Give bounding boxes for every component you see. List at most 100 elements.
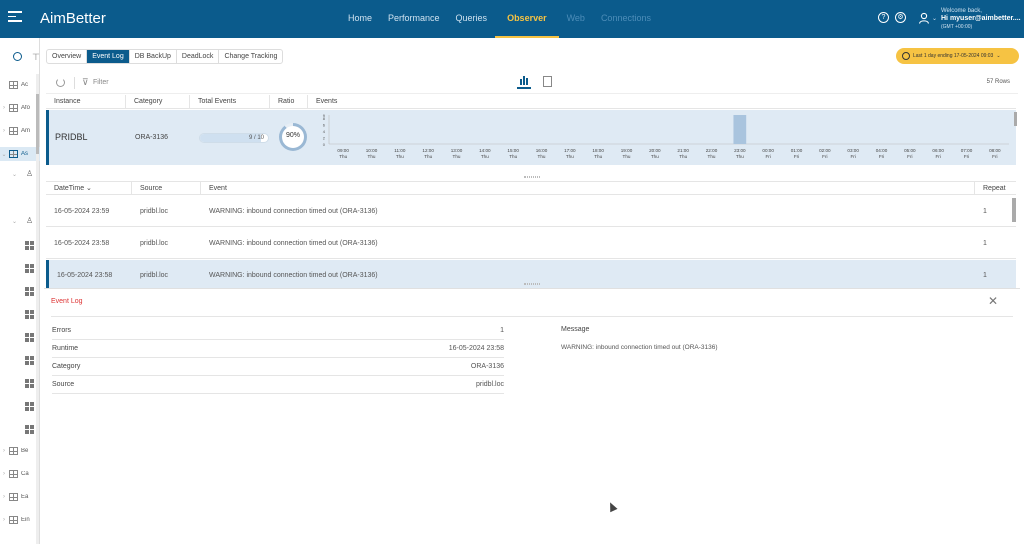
- sidebar-item-6[interactable]: › Ca: [0, 467, 40, 481]
- windows-icon[interactable]: [25, 287, 34, 296]
- windows-icon[interactable]: [25, 310, 34, 319]
- x-tick-label-time: 16:00: [536, 148, 548, 153]
- windows-icon[interactable]: [25, 425, 34, 434]
- table-view-icon[interactable]: [543, 76, 552, 87]
- column-header-datetime[interactable]: DateTime ⌄: [46, 182, 132, 194]
- chevron-right-icon[interactable]: ›: [0, 471, 8, 477]
- nav-observer[interactable]: Observer: [495, 0, 559, 38]
- chevron-right-icon[interactable]: ›: [0, 494, 8, 500]
- date-range-picker[interactable]: Last 1 day ending 17-05-2024 09:03 ⌄: [896, 48, 1019, 64]
- x-tick-label-time: 12:00: [422, 148, 434, 153]
- nav-performance[interactable]: Performance: [380, 0, 448, 38]
- windows-icon[interactable]: [25, 402, 34, 411]
- instance-row[interactable]: PRIDBL ORA-3136 9 / 10 90% 9 8 6 4 2 0 09:00 Th…: [46, 110, 1016, 165]
- sidebar-item-1[interactable]: Ac: [0, 78, 40, 92]
- x-tick-label-day: Thu: [509, 154, 517, 159]
- settings-icon[interactable]: ⚙: [895, 12, 906, 23]
- chevron-right-icon[interactable]: ›: [0, 128, 8, 134]
- table-row[interactable]: 16-05-2024 23:59 pridbl.loc WARNING: inb…: [46, 196, 1016, 227]
- resize-handle[interactable]: [524, 283, 540, 285]
- sidebar-scrollbar[interactable]: [36, 74, 39, 544]
- menu-icon[interactable]: [8, 11, 22, 25]
- chevron-down-icon[interactable]: ⌄: [12, 171, 17, 178]
- field-label: Errors: [52, 327, 72, 334]
- column-header-repeat[interactable]: Repeat: [975, 182, 1016, 194]
- windows-icon[interactable]: [25, 264, 34, 273]
- field-label: Category: [52, 363, 81, 370]
- nav-web[interactable]: Web: [559, 0, 593, 38]
- help-icon[interactable]: ?: [878, 12, 889, 23]
- filter-icon[interactable]: ⊽: [82, 77, 89, 88]
- chevron-down-icon[interactable]: ⌄: [0, 151, 8, 158]
- refresh-icon[interactable]: [56, 78, 65, 87]
- column-header-category[interactable]: Category: [126, 95, 190, 108]
- search-icon[interactable]: [13, 52, 22, 61]
- chart-bar[interactable]: [733, 115, 747, 144]
- nav-home[interactable]: Home: [340, 0, 380, 38]
- tab-deadlock[interactable]: DeadLock: [177, 50, 220, 63]
- resize-handle[interactable]: [524, 176, 540, 178]
- column-header-source[interactable]: Source: [132, 182, 201, 194]
- x-tick-label-time: 07:00: [961, 148, 973, 153]
- sidebar-item-4[interactable]: ⌄ As: [0, 147, 40, 161]
- nav-queries[interactable]: Queries: [448, 0, 496, 38]
- ratio-value: 90%: [285, 132, 300, 139]
- x-tick-label-time: 18:00: [592, 148, 604, 153]
- close-icon[interactable]: ✕: [988, 294, 998, 308]
- tab-overview[interactable]: Overview: [47, 50, 88, 63]
- chevron-right-icon[interactable]: ›: [0, 517, 8, 523]
- y-tick-label: 0: [323, 142, 326, 147]
- toolbar: ⊽ Filter 57 Rows: [46, 72, 1018, 94]
- detail-field-source: Source pridbl.loc: [52, 376, 504, 394]
- user-icon[interactable]: [918, 12, 930, 24]
- windows-icon[interactable]: [25, 379, 34, 388]
- column-header-events[interactable]: Events: [308, 95, 1008, 108]
- filter-icon[interactable]: ⊤: [32, 52, 40, 63]
- linux-icon[interactable]: ♙: [26, 169, 33, 178]
- table-row[interactable]: 16-05-2024 23:58 pridbl.loc WARNING: inb…: [46, 228, 1016, 259]
- tab-change-tracking[interactable]: Change Tracking: [219, 50, 282, 63]
- mouse-cursor: [606, 500, 618, 513]
- tab-db-backup[interactable]: DB BackUp: [130, 50, 177, 63]
- chart-view-icon[interactable]: [517, 75, 531, 89]
- nav-connections[interactable]: Connections: [593, 0, 659, 38]
- date-range-label: Last 1 day ending 17-05-2024 09:03: [913, 53, 994, 59]
- chevron-down-icon[interactable]: ⌄: [12, 218, 17, 225]
- column-header-event[interactable]: Event: [201, 182, 975, 194]
- sidebar-item-8[interactable]: › Ein: [0, 513, 40, 527]
- sidebar-item-3[interactable]: › Am: [0, 124, 40, 138]
- instance-scrollbar[interactable]: [1014, 108, 1017, 168]
- x-tick-label-day: Fri: [907, 154, 912, 159]
- filter-button[interactable]: Filter: [93, 79, 109, 86]
- sidebar-item-7[interactable]: › Ea: [0, 490, 40, 504]
- cell-event: WARNING: inbound connection timed out (O…: [209, 208, 378, 215]
- x-tick-label-time: 04:00: [876, 148, 888, 153]
- user-menu-caret-icon[interactable]: ⌄: [932, 15, 937, 22]
- main-nav: Home Performance Queries Observer Web Co…: [340, 0, 659, 38]
- tab-event-log[interactable]: Event Log: [87, 50, 130, 63]
- x-tick-label-day: Fri: [992, 154, 997, 159]
- chevron-right-icon[interactable]: ›: [0, 105, 8, 111]
- ratio-gauge: 90%: [279, 123, 307, 151]
- x-tick-label-time: 20:00: [649, 148, 661, 153]
- field-label: Runtime: [52, 345, 79, 352]
- detail-field-errors: Errors 1: [52, 322, 504, 340]
- field-label: Source: [52, 381, 75, 388]
- sidebar-item-label: As: [21, 151, 29, 157]
- chevron-right-icon[interactable]: ›: [0, 448, 8, 454]
- sidebar-item-2[interactable]: › Afo: [0, 101, 40, 115]
- column-header-ratio[interactable]: Ratio: [270, 95, 308, 108]
- windows-icon[interactable]: [25, 333, 34, 342]
- x-tick-label-day: Thu: [339, 154, 347, 159]
- user-greeting[interactable]: Welcome back, Hi myuser@aimbetter.... (G…: [941, 7, 1021, 31]
- windows-icon[interactable]: [25, 241, 34, 250]
- column-header-total-events[interactable]: Total Events: [190, 95, 270, 108]
- sidebar-item-5[interactable]: › Be: [0, 444, 40, 458]
- windows-icon[interactable]: [25, 356, 34, 365]
- table-row-selected[interactable]: 16-05-2024 23:58 pridbl.loc WARNING: inb…: [46, 260, 1016, 291]
- linux-icon[interactable]: ♙: [26, 216, 33, 225]
- event-table-scrollbar[interactable]: [1012, 198, 1016, 222]
- app-logo[interactable]: AimBetter: [40, 10, 106, 27]
- grid-icon: [9, 104, 18, 112]
- column-header-instance[interactable]: Instance: [46, 95, 126, 108]
